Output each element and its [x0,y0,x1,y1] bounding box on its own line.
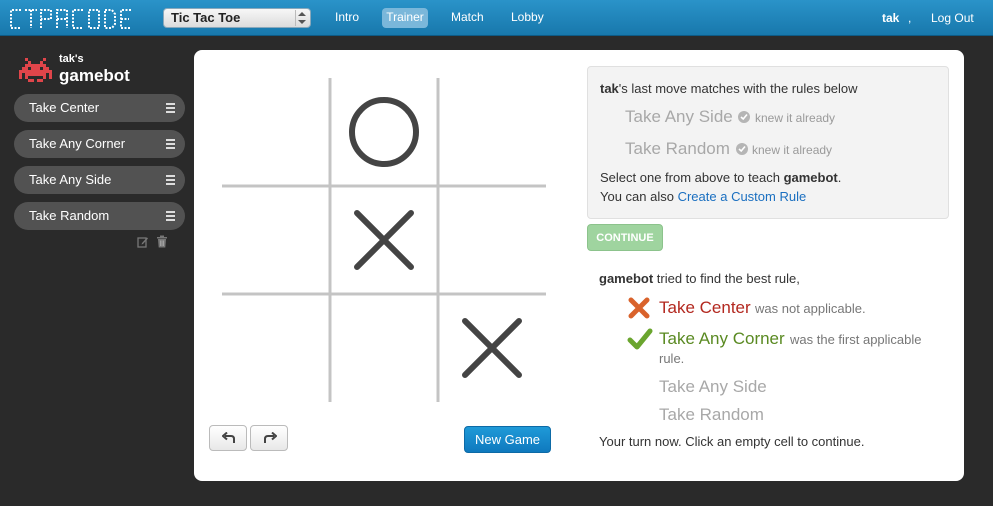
rule-label: Take Any Side [29,172,112,187]
rule-label: Take Center [29,100,100,115]
cross-icon [628,297,650,319]
board-cell[interactable] [330,186,438,294]
rule-item-take-any-corner[interactable]: Take Any Corner [14,130,185,158]
unchecked-rule-take-any-side: Take Any Side [659,377,767,396]
bot-owner: tak's [59,53,84,65]
select-prefix: Select one from above to teach [600,170,784,185]
board-cell[interactable] [438,186,546,294]
last-move-user: tak [600,81,619,96]
custom-prefix: You can also [600,189,678,204]
undo-button[interactable] [209,425,247,451]
create-custom-rule-link[interactable]: Create a Custom Rule [678,189,807,204]
board-cell[interactable] [330,294,438,402]
board-cell[interactable] [222,78,330,186]
drag-handle-icon[interactable] [166,139,175,151]
rule-label: Take Any Corner [29,136,126,151]
check-circle-icon [738,111,750,123]
nav-lobby[interactable]: Lobby [511,10,544,24]
undo-icon [222,432,235,443]
board-cell[interactable] [330,78,438,186]
drag-handle-icon[interactable] [166,211,175,223]
applied-rule-text: was the first applicable [790,332,922,347]
matched-rule-take-any-side[interactable]: Take Any Side [625,107,733,127]
username[interactable]: tak [882,11,899,25]
bot-name: gamebot [59,66,130,85]
continue-button[interactable]: CONTINUE [587,224,663,251]
applied-rule: Take Any Corner [659,329,785,348]
rule-item-take-any-side[interactable]: Take Any Side [14,166,185,194]
select-arrows-icon [295,10,307,26]
applied-rule-text-cont: rule. [659,351,685,366]
game-select-value: Tic Tac Toe [171,10,241,25]
rule-item-take-random[interactable]: Take Random [14,202,185,230]
custom-rule-text: You can also Create a Custom Rule [600,189,806,204]
ctrpcode-logo[interactable] [8,8,134,30]
knew-it-note: knew it already [755,111,836,125]
board-cell[interactable] [222,294,330,402]
failed-rule: Take Center [659,298,751,317]
board-cell[interactable] [438,294,546,402]
result-bot-name: gamebot [599,271,654,286]
select-suffix: . [837,170,842,185]
logout-link[interactable]: Log Out [931,11,974,25]
check-circle-icon [736,143,748,155]
turn-status: Your turn now. Click an empty cell to co… [599,434,865,449]
checkmark-icon [627,328,653,350]
username-separator: , [908,11,912,25]
nav-match[interactable]: Match [451,10,484,24]
edit-icon[interactable] [137,236,149,248]
last-move-text: tak's last move matches with the rules b… [600,81,858,96]
knew-it-note: knew it already [752,143,833,157]
new-game-button[interactable]: New Game [464,426,551,453]
nav-trainer[interactable]: Trainer [382,8,428,28]
result-intro: gamebot tried to find the best rule, [599,271,800,286]
game-select[interactable]: Tic Tac Toe [163,8,311,28]
drag-handle-icon[interactable] [166,103,175,115]
trash-icon[interactable] [156,235,168,248]
redo-icon [264,432,277,443]
top-nav-bar: Tic Tac Toe Intro Trainer Match Lobby ta… [0,0,993,36]
drag-handle-icon[interactable] [166,175,175,187]
last-move-message: 's last move matches with the rules belo… [618,81,858,96]
nav-intro[interactable]: Intro [335,10,359,24]
failed-rule-text: was not applicable. [755,301,866,316]
board-cell[interactable] [438,78,546,186]
rule-label: Take Random [29,208,110,223]
result-intro-text: tried to find the best rule, [653,271,800,286]
select-rule-text: Select one from above to teach gamebot. [600,170,841,185]
unchecked-rule-take-random: Take Random [659,405,764,424]
rule-item-take-center[interactable]: Take Center [14,94,185,122]
board-cell[interactable] [222,186,330,294]
matched-rule-take-random[interactable]: Take Random [625,139,730,159]
tic-tac-toe-board [222,78,546,402]
select-bot-name: gamebot [783,170,838,185]
redo-button[interactable] [250,425,288,451]
space-invader-icon [19,58,52,82]
